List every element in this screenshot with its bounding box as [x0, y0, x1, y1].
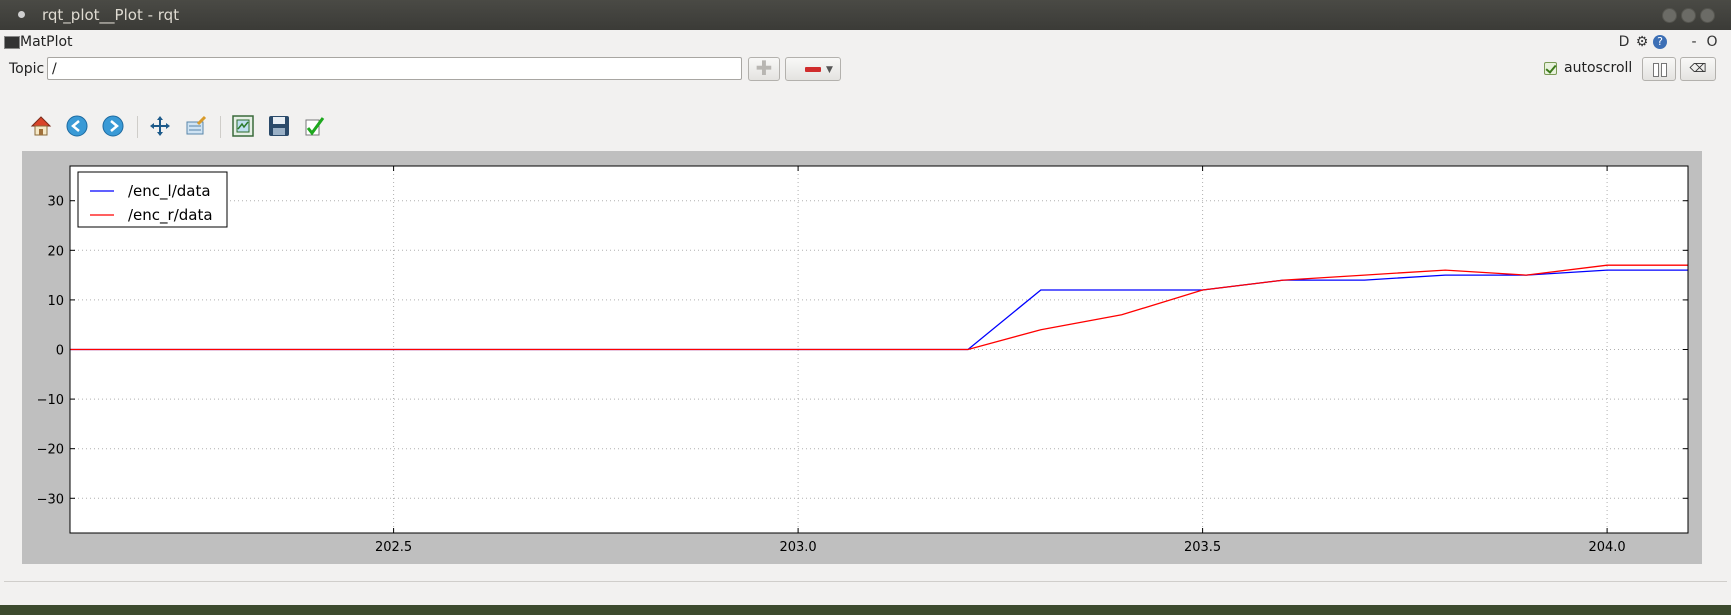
rqt-window: rqt_plot__Plot - rqt MatPlot D ⚙ ? - O T… [0, 0, 1731, 605]
matplotlib-toolbar [0, 108, 1731, 144]
window-title: rqt_plot__Plot - rqt [42, 6, 180, 24]
plot-figure[interactable]: 202.5 203.0 203.5 204.0 30 20 10 0 −10 −20 −30/enc… [22, 151, 1702, 564]
forward-icon[interactable] [101, 114, 125, 138]
topic-label: Topic [9, 61, 45, 77]
legend-label: /enc_r/data [128, 206, 213, 225]
plugin-name: MatPlot [20, 34, 73, 50]
autoscroll-label: autoscroll [1564, 60, 1633, 76]
x-tick-label: 203.0 [779, 540, 816, 555]
gear-icon[interactable]: ⚙ [1635, 34, 1649, 50]
edit-curves-icon[interactable] [303, 114, 327, 138]
topic-row: Topic ✚ ▼ autoscroll ⌫ [0, 56, 1731, 84]
x-tick-label: 204.0 [1588, 540, 1625, 555]
title-bar: rqt_plot__Plot - rqt [0, 0, 1731, 30]
matplot-icon [4, 36, 20, 49]
topic-input[interactable] [47, 57, 742, 80]
y-tick-label: −30 [37, 492, 64, 507]
dock-button[interactable]: D [1617, 34, 1631, 50]
autoscroll-toggle[interactable]: autoscroll [1544, 60, 1632, 76]
window-menu-icon[interactable] [18, 11, 25, 18]
plus-icon: ✚ [755, 56, 773, 80]
autoscroll-checkbox[interactable] [1544, 61, 1557, 75]
minimize-window-button[interactable] [1662, 8, 1677, 23]
plot-canvas[interactable]: 202.5 203.0 203.5 204.0 30 20 10 0 −10 −20 −30/enc… [22, 151, 1702, 564]
clear-icon: ⌫ [1689, 61, 1707, 75]
y-tick-label: −20 [37, 443, 64, 458]
toolbar-separator [220, 116, 221, 138]
toolbar-separator [137, 116, 138, 138]
pause-button[interactable] [1642, 57, 1676, 81]
close-plugin-button[interactable]: O [1705, 34, 1719, 50]
chevron-down-icon: ▼ [826, 65, 833, 75]
clear-button[interactable]: ⌫ [1680, 57, 1716, 81]
minus-icon [805, 67, 821, 72]
pan-icon[interactable] [148, 114, 172, 138]
y-tick-label: −10 [37, 393, 64, 408]
plugin-header: MatPlot D ⚙ ? - O [0, 32, 1731, 54]
close-window-button[interactable] [1700, 8, 1715, 23]
y-tick-label: 0 [56, 344, 64, 359]
configure-subplots-icon[interactable] [184, 114, 208, 138]
help-icon[interactable]: ? [1653, 35, 1667, 49]
minimize-plugin-button[interactable]: - [1687, 34, 1701, 50]
zoom-icon[interactable] [231, 114, 255, 138]
y-tick-label: 20 [47, 244, 64, 259]
home-icon[interactable] [29, 114, 53, 138]
add-topic-button[interactable]: ✚ [748, 57, 780, 81]
status-divider [4, 581, 1727, 582]
back-icon[interactable] [65, 114, 89, 138]
y-tick-label: 10 [47, 294, 64, 309]
legend-label: /enc_l/data [128, 182, 211, 201]
save-icon[interactable] [267, 114, 291, 138]
remove-topic-button[interactable]: ▼ [785, 57, 841, 81]
plugin-controls: D ⚙ ? - O [1617, 34, 1719, 50]
maximize-window-button[interactable] [1681, 8, 1696, 23]
x-tick-label: 202.5 [375, 540, 412, 555]
x-tick-label: 203.5 [1184, 540, 1221, 555]
y-tick-label: 30 [47, 195, 64, 210]
